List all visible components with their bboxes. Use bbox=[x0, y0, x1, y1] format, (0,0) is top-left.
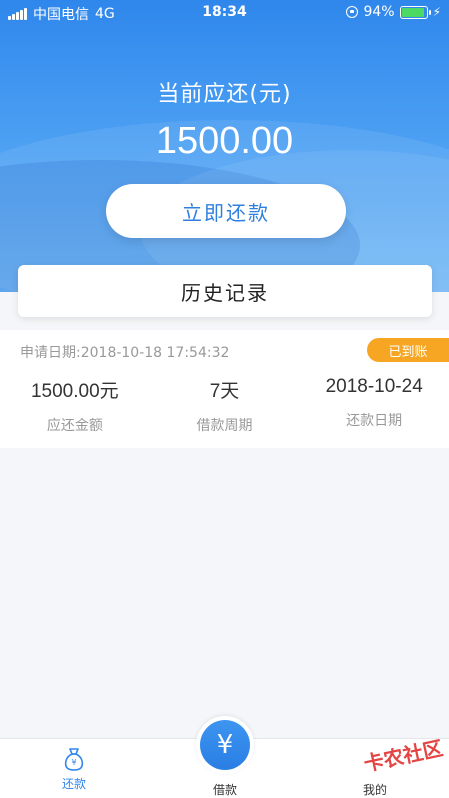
battery-icon bbox=[399, 5, 431, 19]
tab-mine-label: 我的 bbox=[362, 783, 387, 797]
status-bar: 中国电信 4G 18:34 94% ⚡ bbox=[0, 0, 449, 26]
loan-period-label: 借款周期 bbox=[196, 418, 253, 434]
repay-date-label: 还款日期 bbox=[346, 413, 403, 429]
repay-amount-value: 1500.00元 bbox=[30, 381, 119, 402]
battery-percent: 94% bbox=[363, 4, 395, 20]
repay-now-button[interactable]: 立即还款 bbox=[106, 184, 346, 238]
tab-repay[interactable]: ¥ 还款 bbox=[34, 747, 114, 792]
repay-date-value: 2018-10-24 bbox=[325, 376, 423, 397]
loan-record-card[interactable]: 申请日期:2018-10-18 17:54:32 已到账 1500.00元 应还… bbox=[0, 330, 449, 448]
tab-mine[interactable]: 我的 bbox=[335, 777, 415, 798]
history-records-button[interactable]: 历史记录 bbox=[18, 265, 432, 317]
loan-period-value: 7天 bbox=[209, 381, 240, 402]
tab-borrow[interactable]: 借款 bbox=[185, 777, 265, 798]
apply-date: 申请日期:2018-10-18 17:54:32 bbox=[20, 345, 230, 361]
borrow-center-button[interactable]: ¥ bbox=[196, 716, 254, 774]
record-column-period: 7天 借款周期 bbox=[150, 376, 300, 435]
yen-icon: ¥ bbox=[200, 720, 250, 770]
amount-due-value: 1500.00 bbox=[155, 120, 294, 162]
svg-text:¥: ¥ bbox=[71, 758, 76, 767]
history-records-label: 历史记录 bbox=[181, 280, 269, 305]
status-badge: 已到账 bbox=[367, 338, 449, 362]
repay-amount-label: 应还金额 bbox=[46, 418, 103, 434]
charging-icon: ⚡ bbox=[432, 5, 441, 19]
tab-repay-label: 还款 bbox=[61, 777, 86, 791]
record-column-amount: 1500.00元 应还金额 bbox=[0, 376, 150, 435]
money-bag-icon: ¥ bbox=[63, 747, 85, 771]
rotation-lock-icon bbox=[346, 6, 359, 18]
header-banner: 中国电信 4G 18:34 94% ⚡ 当前应还(元) 1500.00 bbox=[0, 0, 449, 292]
amount-due-title: 当前应还(元) bbox=[157, 82, 292, 107]
tab-borrow-label: 借款 bbox=[212, 783, 237, 797]
record-column-date: 2018-10-24 还款日期 bbox=[299, 376, 449, 435]
